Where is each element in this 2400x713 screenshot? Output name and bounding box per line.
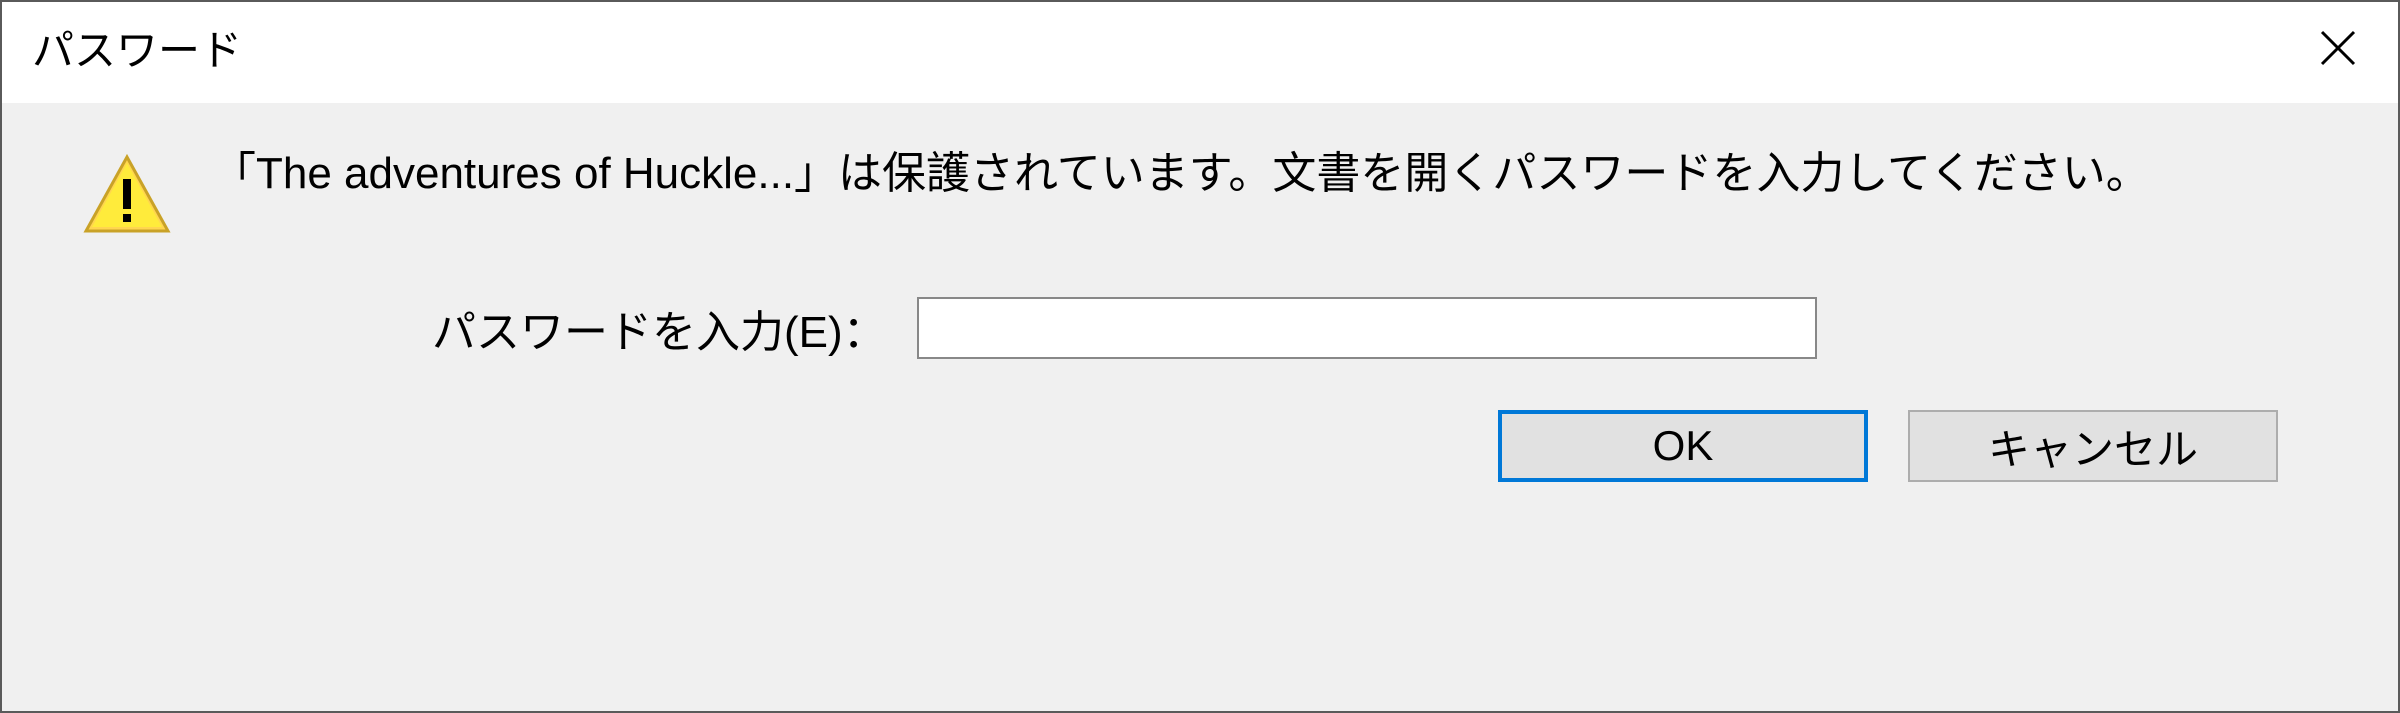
password-dialog: パスワード 「The adventures of Huckle...」は保護され… <box>0 0 2400 713</box>
cancel-button[interactable]: キャンセル <box>1908 410 2278 482</box>
dialog-title: パスワード <box>32 17 242 78</box>
message-row: 「The adventures of Huckle...」は保護されています。文… <box>82 143 2358 246</box>
button-row: OK キャンセル <box>82 410 2358 482</box>
password-input-label: パスワードを入力(E)： <box>432 296 887 360</box>
content-area: 「The adventures of Huckle...」は保護されています。文… <box>2 103 2398 711</box>
input-row: パスワードを入力(E)： <box>432 296 2358 360</box>
close-icon <box>2318 28 2358 68</box>
message-text: 「The adventures of Huckle...」は保護されています。文… <box>212 143 2190 205</box>
ok-button[interactable]: OK <box>1498 410 1868 482</box>
password-input[interactable] <box>917 297 1817 359</box>
warning-icon <box>82 151 172 246</box>
close-button[interactable] <box>2308 18 2368 78</box>
titlebar: パスワード <box>2 2 2398 103</box>
